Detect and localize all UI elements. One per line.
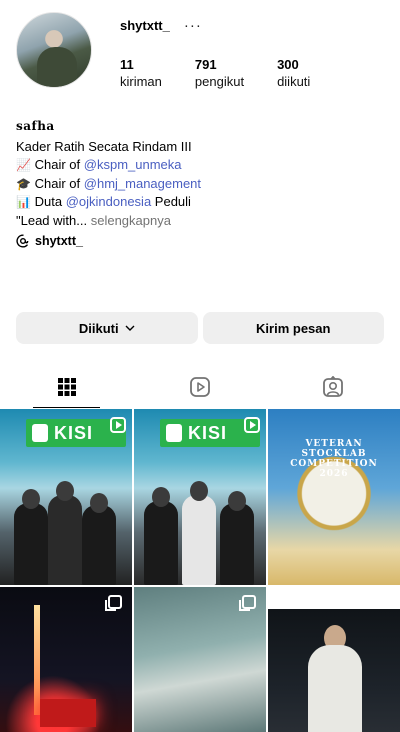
reel-badge-icon — [244, 417, 260, 433]
post-tile-4[interactable] — [0, 587, 132, 732]
followers-count-label: pengikut — [194, 74, 245, 89]
post-tile-6[interactable] — [268, 609, 400, 732]
reels-icon — [190, 376, 210, 397]
followers-count[interactable]: 791 pengikut — [195, 56, 244, 90]
following-button-label: Diikuti — [78, 320, 119, 336]
grid-icon — [57, 377, 76, 396]
profile-actions: Diikuti Kirim pesan — [16, 312, 384, 344]
bio-line-3: 🎓 Chair of @hmj_management — [16, 175, 386, 194]
threads-link[interactable]: shytxtt_ — [16, 234, 83, 248]
tab-reels[interactable] — [133, 365, 266, 408]
profile-tabs — [0, 365, 400, 408]
post-people-graphic — [10, 481, 122, 585]
competition-title: VETERAN STOCKLAB COMPETITION 2026 — [290, 439, 378, 479]
carousel-badge-icon — [105, 595, 122, 611]
chevron-down-icon — [125, 325, 135, 331]
post-person-graphic — [308, 645, 362, 732]
threads-handle: shytxtt_ — [35, 234, 83, 248]
carousel-badge-icon — [239, 595, 256, 611]
graduation-cap-icon: 🎓 — [16, 176, 31, 191]
mention-hmj-link[interactable]: @hmj_management — [84, 176, 201, 191]
following-count-number: 300 — [277, 57, 299, 72]
bio-line-4: 📊 Duta @ojkindonesia Peduli — [16, 193, 386, 212]
following-button[interactable]: Diikuti — [16, 312, 198, 344]
reel-badge-icon — [110, 417, 126, 433]
bar-chart-icon: 📊 — [16, 195, 31, 209]
tab-tagged[interactable] — [267, 365, 400, 408]
profile-header: shytxtt_ ··· 11 kiriman 791 pengikut 300… — [0, 0, 400, 110]
threads-icon — [16, 234, 29, 248]
more-options-icon[interactable]: ··· — [184, 18, 202, 33]
post-people-graphic — [144, 481, 256, 585]
posts-count-number: 11 — [120, 57, 134, 72]
mention-kspm-link[interactable]: @kspm_unmeka — [84, 157, 182, 172]
post-tile-2[interactable]: KISI — [134, 409, 266, 585]
bio-line-1: Kader Ratih Secata Rindam III — [16, 138, 192, 154]
send-message-button[interactable]: Kirim pesan — [202, 312, 384, 344]
bio-line-4-suffix: Peduli — [151, 194, 191, 209]
username: shytxtt_ — [120, 18, 170, 33]
posts-count: 11 kiriman — [120, 56, 162, 90]
tagged-icon — [323, 375, 344, 397]
profile-bio: safha Kader Ratih Secata Rindam III 📈 Ch… — [16, 117, 386, 230]
post-tile-5[interactable] — [134, 587, 266, 732]
followers-count-number: 791 — [194, 57, 217, 72]
display-name: safha — [16, 119, 55, 133]
see-more-link[interactable]: selengkapnya — [87, 213, 171, 228]
following-count-label: diikuti — [277, 74, 311, 89]
tab-posts[interactable] — [0, 365, 133, 408]
bio-line-5-text: "Lead with... — [16, 212, 88, 228]
post-tile-1[interactable]: KISI — [0, 409, 132, 585]
post-tile-3[interactable]: VETERAN STOCKLAB COMPETITION 2026 — [268, 409, 400, 585]
bio-line-5: "Lead with... selengkapnya — [16, 212, 386, 231]
send-message-label: Kirim pesan — [256, 320, 331, 336]
profile-avatar[interactable] — [16, 12, 92, 88]
bio-line-2: 📈 Chair of @kspm_unmeka — [16, 156, 386, 175]
mention-ojk-link[interactable]: @ojkindonesia — [66, 194, 151, 209]
chart-increasing-icon: 📈 — [16, 158, 31, 172]
profile-stats: 11 kiriman 791 pengikut 300 diikuti — [120, 56, 343, 90]
posts-count-label: kiriman — [120, 74, 162, 89]
bio-line-2-text: Chair of — [34, 157, 84, 172]
bio-line-4-text: Duta — [34, 194, 66, 209]
following-count[interactable]: 300 diikuti — [277, 56, 310, 90]
post-stage-graphic — [40, 699, 96, 727]
bio-line-3-text: Chair of — [34, 175, 84, 191]
